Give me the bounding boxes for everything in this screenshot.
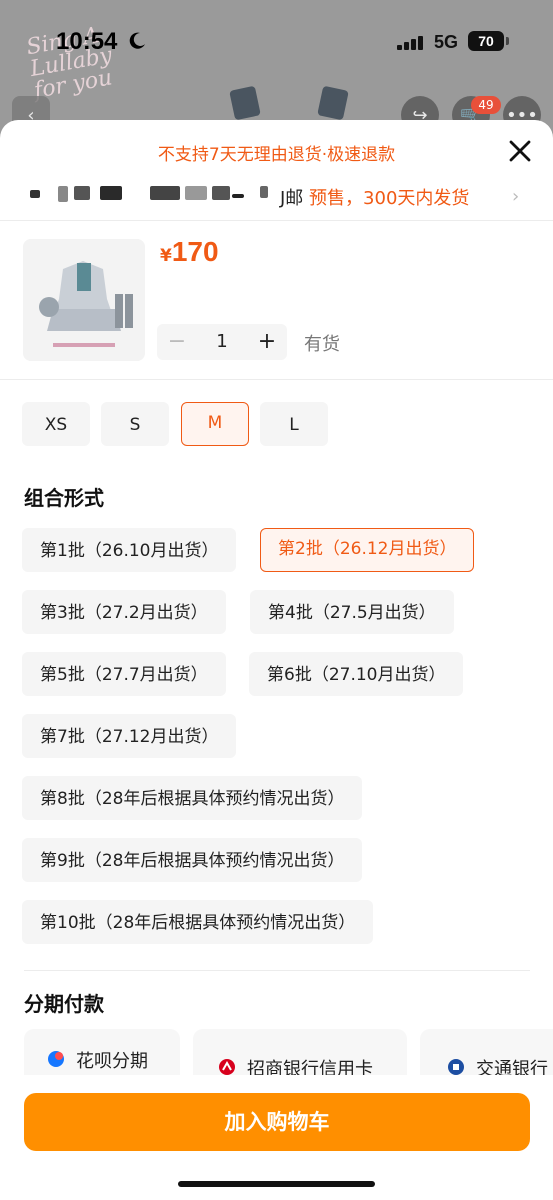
close-icon[interactable] (503, 134, 537, 168)
currency-symbol: ¥ (160, 246, 172, 266)
redacted-text (260, 186, 268, 198)
size-option-m[interactable]: M (181, 402, 249, 446)
add-to-cart-button[interactable]: 加入购物车 (24, 1093, 530, 1151)
status-bar: 10:54 5G 70 (0, 0, 553, 84)
stock-status: 有货 (304, 334, 340, 355)
cart-count-badge: 49 (471, 96, 501, 114)
signal-icon (397, 36, 425, 50)
focus-moon-icon (129, 32, 145, 49)
divider (0, 220, 553, 221)
decrease-quantity-button[interactable]: − (157, 324, 197, 360)
combo-option-batch-10[interactable]: 第10批（28年后根据具体预约情况出货） (22, 900, 374, 944)
battery-icon: 70 (468, 31, 504, 51)
size-option-xs[interactable]: XS (22, 402, 90, 446)
installment-section-title: 分期付款 (24, 992, 104, 1016)
quantity-value[interactable]: 1 (197, 324, 247, 360)
combo-option-batch-7[interactable]: 第7批（27.12月出货） (22, 714, 237, 758)
return-policy-notice: 不支持7天无理由退货·极速退款 (157, 145, 396, 165)
increase-quantity-button[interactable]: + (247, 324, 287, 360)
combo-option-batch-6[interactable]: 第6批（27.10月出货） (249, 652, 464, 696)
quantity-stepper: − 1 + (157, 324, 287, 360)
combo-option-batch-8[interactable]: 第8批（28年后根据具体预约情况出货） (22, 776, 363, 820)
redacted-text (74, 186, 90, 200)
shipping-text: J邮 预售，300天内发货 (280, 184, 469, 210)
combo-option-batch-2[interactable]: 第2批（26.12月出货） (260, 528, 475, 572)
huabei-icon (48, 1051, 64, 1067)
battery-cap (506, 37, 509, 45)
background-product-ribbon (229, 85, 261, 121)
divider (0, 379, 553, 380)
combo-option-batch-3[interactable]: 第3批（27.2月出货） (22, 590, 226, 634)
redacted-text (212, 186, 230, 200)
redacted-text (58, 186, 68, 202)
redacted-text (232, 194, 244, 198)
bocom-icon (448, 1059, 464, 1075)
cmb-icon (219, 1059, 235, 1075)
background-product-ribbon (317, 85, 349, 121)
size-option-l[interactable]: L (260, 402, 328, 446)
installment-label: 花呗分期 (76, 1051, 148, 1072)
size-option-s[interactable]: S (101, 402, 169, 446)
status-time: 10:54 (56, 28, 118, 55)
redacted-text (150, 186, 180, 200)
redacted-text (30, 190, 40, 198)
price: ¥170 (160, 236, 219, 268)
combo-option-batch-4[interactable]: 第4批（27.5月出货） (250, 590, 454, 634)
combo-option-batch-1[interactable]: 第1批（26.10月出货） (22, 528, 237, 572)
redacted-text (100, 186, 122, 200)
shipping-partial-text: J邮 (280, 188, 304, 209)
price-value: 170 (171, 236, 219, 267)
combo-option-batch-5[interactable]: 第5批（27.7月出货） (22, 652, 226, 696)
home-indicator (178, 1181, 375, 1187)
presale-text: 预售，300天内发货 (309, 188, 470, 209)
shipping-info-row[interactable]: J邮 预售，300天内发货 › (0, 180, 553, 218)
product-thumbnail[interactable] (23, 239, 145, 361)
product-image (23, 239, 145, 361)
network-type: 5G (434, 32, 459, 52)
sku-selection-sheet: 不支持7天无理由退货·极速退款 J邮 预售，300天内发货 › ¥170 − 1… (0, 120, 553, 1200)
combo-option-batch-9[interactable]: 第9批（28年后根据具体预约情况出货） (22, 838, 363, 882)
combo-section-title: 组合形式 (24, 486, 104, 510)
chevron-right-icon: › (512, 186, 520, 207)
redacted-text (185, 186, 207, 200)
divider (24, 970, 530, 971)
